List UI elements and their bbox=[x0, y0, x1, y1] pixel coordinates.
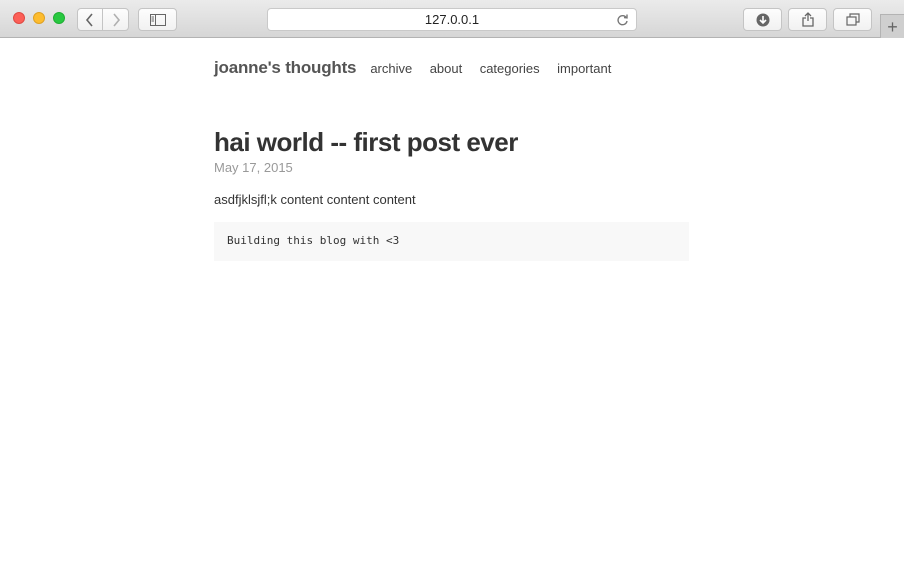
close-window-button[interactable] bbox=[13, 12, 25, 24]
zoom-window-button[interactable] bbox=[53, 12, 65, 24]
nav-link-categories[interactable]: categories bbox=[480, 61, 540, 76]
post-body: asdfjklsjfl;k content content content bbox=[214, 192, 416, 207]
post-title: hai world -- first post ever bbox=[214, 127, 518, 157]
back-button[interactable] bbox=[77, 8, 103, 31]
share-icon bbox=[801, 12, 814, 27]
new-tab-button[interactable]: + bbox=[880, 14, 904, 38]
sidebar-button[interactable] bbox=[138, 8, 177, 31]
download-icon bbox=[756, 13, 769, 26]
web-page: joanne's thoughts archive about categori… bbox=[0, 39, 904, 566]
chevron-right-icon bbox=[112, 12, 120, 27]
share-button[interactable] bbox=[788, 8, 827, 31]
tabs-overview-button[interactable] bbox=[833, 8, 872, 31]
address-bar[interactable]: 127.0.0.1 bbox=[267, 8, 637, 31]
post-date: May 17, 2015 bbox=[214, 160, 293, 175]
sidebar-icon bbox=[149, 13, 166, 26]
forward-button[interactable] bbox=[103, 8, 129, 31]
nav-link-about[interactable]: about bbox=[430, 61, 463, 76]
site-title-link[interactable]: joanne's thoughts bbox=[214, 58, 357, 78]
chevron-left-icon bbox=[85, 12, 93, 27]
browser-toolbar: 127.0.0.1 + bbox=[0, 0, 904, 38]
nav-link-important[interactable]: important bbox=[557, 61, 611, 76]
reload-button[interactable] bbox=[616, 13, 629, 30]
site-nav: archive about categories important bbox=[370, 60, 624, 78]
history-nav bbox=[77, 8, 130, 31]
code-block: Building this blog with <3 bbox=[214, 222, 689, 261]
minimize-window-button[interactable] bbox=[33, 12, 45, 24]
plus-icon: + bbox=[887, 16, 898, 37]
site-header: joanne's thoughts archive about categori… bbox=[214, 58, 624, 78]
blog-post: hai world -- first post ever May 17, 201… bbox=[214, 127, 689, 261]
downloads-button[interactable] bbox=[743, 8, 782, 31]
tabs-icon bbox=[845, 13, 860, 26]
nav-link-archive[interactable]: archive bbox=[370, 61, 412, 76]
url-text: 127.0.0.1 bbox=[424, 12, 480, 27]
reload-icon bbox=[617, 14, 628, 26]
